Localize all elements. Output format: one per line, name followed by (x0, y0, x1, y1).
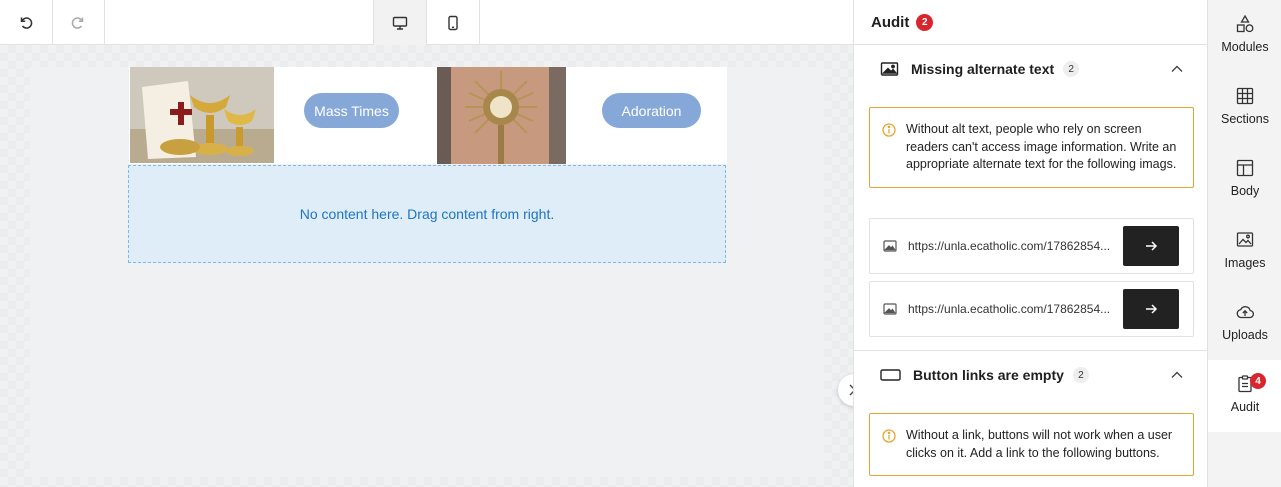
missing-alt-count: 2 (1063, 61, 1080, 77)
images-icon (1236, 232, 1254, 247)
body-icon (1236, 159, 1254, 177)
uploads-icon (1236, 306, 1254, 319)
audit-panel: Audit 2 Missing alternate text 2 Without… (853, 0, 1208, 487)
empty-links-label: Button links are empty (913, 367, 1064, 383)
mass-times-button[interactable]: Mass Times (304, 93, 399, 128)
audit-count-badge: 2 (916, 13, 934, 31)
editor-toolbar (0, 0, 853, 45)
rail-label: Body (1230, 184, 1260, 198)
rail-label: Sections (1221, 112, 1269, 126)
mobile-view-button[interactable] (426, 0, 480, 45)
go-to-image-button[interactable] (1123, 226, 1179, 266)
rail-item-uploads[interactable]: Uploads (1208, 288, 1281, 360)
image-icon (883, 303, 897, 315)
chalice-image[interactable] (130, 67, 274, 163)
undo-button[interactable] (0, 0, 53, 45)
desktop-icon (392, 16, 408, 30)
rail-label: Images (1224, 256, 1266, 270)
audit-header: Audit 2 (854, 0, 1208, 45)
rail-label: Modules (1221, 40, 1269, 54)
editor-canvas: Mass Times Adoration No content here. Dr… (0, 45, 853, 487)
empty-links-count: 2 (1072, 367, 1089, 383)
image-url: https://unla.ecatholic.com/17862854... (908, 239, 1111, 253)
modules-icon (1236, 14, 1254, 33)
button-icon (880, 369, 901, 381)
rail-label: Uploads (1222, 328, 1268, 342)
redo-icon (71, 16, 84, 29)
info-icon (882, 123, 896, 137)
tool-rail: Modules Sections Body Images Uploads 4 A… (1207, 0, 1281, 487)
image-icon (883, 240, 897, 252)
chevron-up-icon (1171, 371, 1183, 378)
rail-item-body[interactable]: Body (1208, 144, 1281, 216)
empty-dropzone[interactable]: No content here. Drag content from right… (128, 165, 726, 263)
sections-icon (1236, 87, 1254, 105)
audit-rail-badge: 4 (1250, 373, 1266, 389)
mobile-icon (447, 15, 458, 30)
image-icon (880, 62, 899, 76)
rail-item-audit[interactable]: 4 Audit (1208, 360, 1281, 432)
rail-label: Audit (1230, 400, 1260, 414)
desktop-view-button[interactable] (373, 0, 427, 45)
redo-button[interactable] (52, 0, 105, 45)
missing-alt-warning: Without alt text, people who rely on scr… (869, 107, 1194, 188)
missing-alt-warning-text: Without alt text, people who rely on scr… (906, 122, 1177, 171)
monstrance-image[interactable] (437, 67, 566, 164)
rail-item-modules[interactable]: Modules (1208, 0, 1281, 72)
chevron-up-icon (1171, 65, 1183, 72)
missing-alt-label: Missing alternate text (911, 61, 1055, 77)
image-url: https://unla.ecatholic.com/17862854... (908, 302, 1111, 316)
arrow-right-icon (1146, 241, 1158, 251)
info-icon (882, 429, 896, 443)
empty-links-warning-text: Without a link, buttons will not work wh… (906, 428, 1173, 460)
audit-title: Audit (871, 13, 910, 31)
adoration-button[interactable]: Adoration (602, 93, 701, 128)
rail-item-sections[interactable]: Sections (1208, 72, 1281, 144)
empty-links-warning: Without a link, buttons will not work wh… (869, 413, 1194, 476)
image-url-row[interactable]: https://unla.ecatholic.com/17862854... (869, 218, 1194, 274)
undo-icon (20, 16, 33, 29)
rail-item-images[interactable]: Images (1208, 216, 1281, 288)
go-to-image-button[interactable] (1123, 289, 1179, 329)
missing-alt-section-header[interactable]: Missing alternate text 2 (854, 45, 1208, 93)
empty-links-section-header[interactable]: Button links are empty 2 (854, 351, 1208, 399)
dropzone-text: No content here. Drag content from right… (299, 206, 555, 222)
arrow-right-icon (1146, 304, 1158, 314)
image-url-row[interactable]: https://unla.ecatholic.com/17862854... (869, 281, 1194, 337)
